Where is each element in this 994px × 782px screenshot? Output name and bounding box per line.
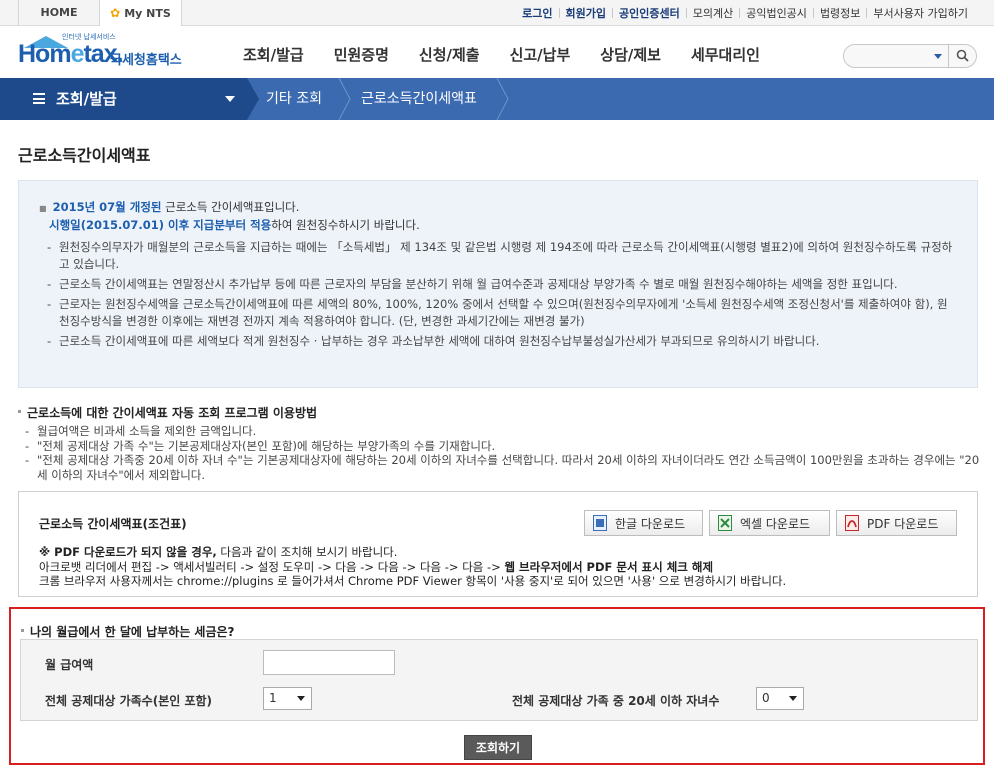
pdf-download-button[interactable]: PDF 다운로드 <box>836 510 957 536</box>
family-count-select[interactable]: 1 <box>263 687 312 710</box>
tax-calculator: 나의 월급에서 한 달에 납부하는 세금은? 월 급여액 전체 공제대상 가족수… <box>9 607 985 765</box>
notice-item: 근로소득 간이세액표는 연말정산시 추가납부 등에 따른 근로자의 부담을 분산… <box>47 276 957 293</box>
law-info-link[interactable]: 법령정보 <box>814 5 866 21</box>
hwp-download-button[interactable]: 한글 다운로드 <box>584 510 703 536</box>
search-icon <box>956 49 969 62</box>
mock-calc-link[interactable]: 모의계산 <box>687 5 739 21</box>
menu-toggle[interactable]: 조회/발급 <box>0 78 247 120</box>
utility-bar: HOME ✿ My NTS 로그인 회원가입 공인인증센터 모의계산 공익법인공시… <box>0 0 994 26</box>
guide-title: 근로소득에 대한 간이세액표 자동 조회 프로그램 이용방법 <box>17 406 318 420</box>
breadcrumb-separator-icon <box>247 78 259 120</box>
menu-title: 조회/발급 <box>56 90 117 108</box>
search-button[interactable] <box>948 44 976 68</box>
family-count-label: 전체 공제대상 가족수(본인 포함) <box>45 694 213 708</box>
download-title: 근로소득 간이세액표(조건표) <box>39 517 187 531</box>
excel-file-icon <box>718 515 732 531</box>
main-nav: 조회/발급 민원증명 신청/제출 신고/납부 상담/제보 세무대리인 <box>228 26 775 78</box>
home-tab[interactable]: HOME <box>18 0 100 26</box>
notice-list: 원천징수의무자가 매월분의 근로소득을 지급하는 때에는 「소득세법」 제 13… <box>47 239 957 353</box>
nav-apply[interactable]: 신청/제출 <box>404 26 495 78</box>
utility-links: 로그인 회원가입 공인인증센터 모의계산 공익법인공시 법령정보 부서사용자 가… <box>516 0 974 26</box>
salary-input[interactable] <box>263 650 395 675</box>
hometax-logo[interactable]: 인터넷 납세서비스 Hometax. 국세청홈택스 <box>18 32 203 72</box>
breadcrumb-bar: 조회/발급 기타 조회 근로소득간이세액표 <box>0 78 994 120</box>
mynts-label: My NTS <box>124 7 171 20</box>
mynts-tab[interactable]: ✿ My NTS <box>100 0 182 26</box>
header: 인터넷 납세서비스 Hometax. 국세청홈택스 조회/발급 민원증명 신청/… <box>0 26 994 78</box>
nav-inquiry[interactable]: 조회/발급 <box>228 26 319 78</box>
nav-tax-agent[interactable]: 세무대리인 <box>676 26 775 78</box>
pdf-file-icon <box>845 515 859 531</box>
guide-item: 월급여액은 비과세 소득을 제외한 금액입니다. <box>25 424 985 439</box>
nav-consult[interactable]: 상담/제보 <box>585 26 676 78</box>
hamburger-icon <box>33 93 45 104</box>
cert-center-link[interactable]: 공인인증센터 <box>613 5 686 21</box>
excel-download-button[interactable]: 엑셀 다운로드 <box>709 510 830 536</box>
login-link[interactable]: 로그인 <box>516 5 558 21</box>
notice-line-1: ■ 2015년 07월 개정된 근로소득 간이세액표입니다. <box>39 200 300 214</box>
breadcrumb-current[interactable]: 근로소득간이세액표 <box>361 78 477 120</box>
guide-list: 월급여액은 비과세 소득을 제외한 금액입니다. "전체 공제대상 가족 수"는… <box>25 424 985 482</box>
children-count-label: 전체 공제대상 가족 중 20세 이하 자녀수 <box>512 694 720 708</box>
nav-certificates[interactable]: 민원증명 <box>319 26 404 78</box>
dropdown-arrow-icon <box>789 696 797 701</box>
notice-line-2: 시행일(2015.07.01) 이후 지급분부터 적용하여 원천징수하시기 바랍… <box>49 218 420 232</box>
chevron-down-icon <box>225 96 235 102</box>
calculator-title: 나의 월급에서 한 달에 납부하는 세금은? <box>21 625 235 639</box>
dept-user-link[interactable]: 부서사용자 가입하기 <box>867 5 974 21</box>
notice-item: 근로소득 간이세액표에 따른 세액보다 적게 원천징수 · 납부하는 경우 과소… <box>47 333 957 350</box>
children-count-select[interactable]: 0 <box>756 687 804 710</box>
submit-button[interactable]: 조회하기 <box>464 735 532 760</box>
notice-box: ■ 2015년 07월 개정된 근로소득 간이세액표입니다. 시행일(2015.0… <box>18 180 978 388</box>
breadcrumb-separator-icon <box>338 78 351 120</box>
nav-report-pay[interactable]: 신고/납부 <box>495 26 586 78</box>
dropdown-arrow-icon <box>297 696 305 701</box>
guide-item: "전체 공제대상 가족 수"는 기본공제대상자(본인 포함)에 해당하는 부양가… <box>25 439 985 454</box>
pdf-help-text: ※ PDF 다운로드가 되지 않을 경우, 다음과 같이 조치해 보시기 바랍니… <box>39 545 787 588</box>
public-corp-link[interactable]: 공익법인공시 <box>740 5 813 21</box>
breadcrumb-other-inquiry[interactable]: 기타 조회 <box>266 78 322 120</box>
star-icon: ✿ <box>110 6 121 20</box>
guide-item: "전체 공제대상 가족중 20세 이하 자녀 수"는 기본공제대상자에 해당하는… <box>25 453 985 482</box>
logo-wordmark: Hometax. <box>18 40 124 68</box>
notice-item: 근로자는 원천징수세액을 근로소득간이세액표에 따른 세액의 80%, 100%… <box>47 296 957 330</box>
signup-link[interactable]: 회원가입 <box>560 5 612 21</box>
download-box: 근로소득 간이세액표(조건표) 한글 다운로드 엑셀 다운로드 PDF 다운로드… <box>18 491 978 597</box>
notice-item: 원천징수의무자가 매월분의 근로소득을 지급하는 때에는 「소득세법」 제 13… <box>47 239 957 273</box>
calculator-form: 월 급여액 전체 공제대상 가족수(본인 포함) 1 전체 공제대상 가족 중 … <box>20 639 978 721</box>
search-box[interactable] <box>843 44 977 68</box>
breadcrumb-separator-icon <box>496 78 509 120</box>
page-title: 근로소득간이세액표 <box>18 146 151 165</box>
logo-korean: 국세청홈택스 <box>110 53 182 68</box>
search-dropdown-icon[interactable] <box>934 54 942 59</box>
hwp-file-icon <box>593 515 607 531</box>
salary-label: 월 급여액 <box>45 658 94 672</box>
